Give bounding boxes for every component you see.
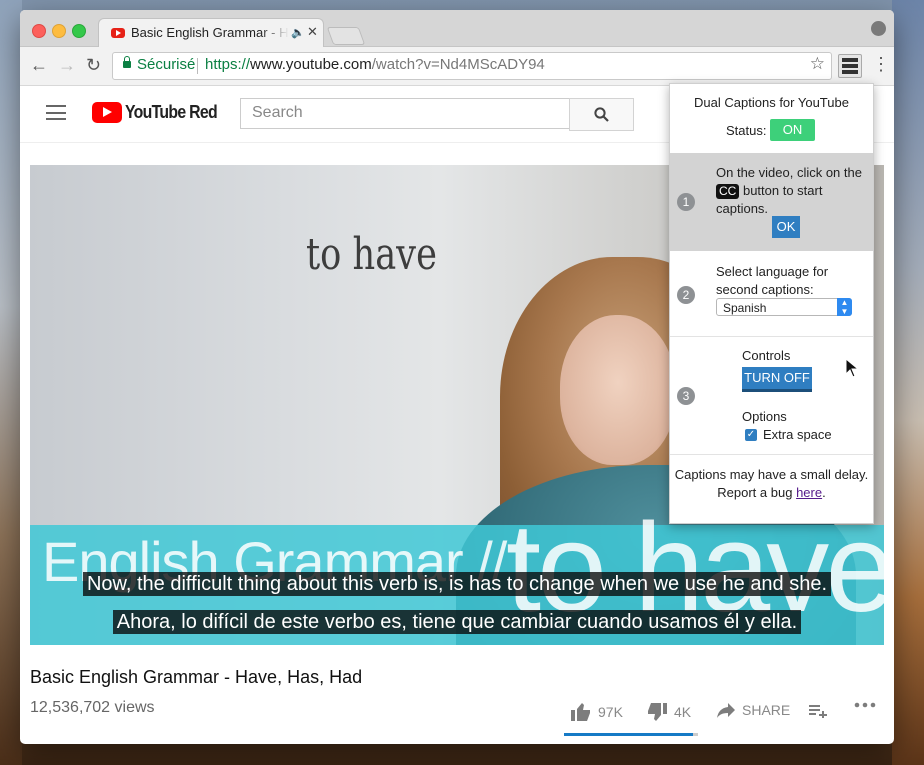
like-count: 97K	[598, 704, 623, 720]
tab-strip: Basic English Grammar - Have, Has, Had 🔈…	[20, 10, 894, 47]
step-2-number: 2	[677, 286, 695, 304]
language-select[interactable]: Spanish ▲ ▼	[716, 298, 852, 316]
profile-icon[interactable]	[871, 21, 886, 36]
whiteboard-text: to have	[306, 229, 437, 280]
tab-youtube[interactable]: Basic English Grammar - Have, Has, Had 🔈…	[98, 18, 324, 47]
back-arrow-icon[interactable]: ←	[30, 55, 48, 76]
like-button[interactable]: 97K	[570, 702, 623, 722]
caption-english: Now, the difficult thing about this verb…	[30, 572, 884, 596]
report-bug-link[interactable]: here	[796, 485, 822, 500]
extra-space-checkbox[interactable]: ✓	[745, 429, 757, 441]
youtube-logo-text[interactable]: YouTube Red	[125, 102, 218, 123]
step-1-text-before: On the video, click on the	[716, 165, 862, 180]
security-label: Sécurisé	[137, 56, 196, 73]
caption-spanish: Ahora, lo difícil de este verbo es, tien…	[30, 610, 884, 634]
search-box	[240, 98, 570, 129]
cc-badge: CC	[716, 184, 740, 199]
report-suffix: .	[822, 485, 826, 500]
share-arrow-icon	[717, 703, 735, 718]
language-select-value: Spanish	[723, 301, 767, 315]
status-label: Status:	[726, 123, 767, 138]
share-label: SHARE	[742, 702, 791, 718]
new-tab-button[interactable]	[326, 27, 366, 45]
report-prefix: Report a bug	[717, 485, 793, 500]
speaker-icon[interactable]: 🔈	[291, 26, 305, 39]
select-arrows-icon: ▲ ▼	[837, 298, 852, 316]
url-text: https://www.youtube.com/watch?v=Nd4MScAD…	[205, 56, 545, 73]
divider	[670, 336, 873, 337]
ok-button[interactable]: OK	[772, 216, 800, 238]
caption-spanish-text: Ahora, lo difícil de este verbo es, tien…	[112, 610, 802, 634]
address-separator	[197, 58, 198, 74]
turn-off-button[interactable]: TURN OFF	[742, 367, 812, 392]
reload-icon[interactable]: ↻	[86, 55, 101, 76]
options-label: Options	[742, 409, 787, 424]
youtube-logo-icon[interactable]	[92, 102, 122, 123]
more-horizontal-icon	[854, 702, 876, 708]
url-host: www.youtube.com	[250, 56, 372, 73]
bookmark-star-icon[interactable]: ☆	[810, 54, 825, 74]
video-title: Basic English Grammar - Have, Has, Had	[30, 667, 363, 687]
share-button[interactable]: SHARE	[716, 702, 790, 718]
presenter-face	[560, 315, 676, 465]
step-1-instructions: On the video, click on the CC button to …	[716, 164, 866, 218]
sentiment-bar	[564, 733, 698, 736]
hamburger-menu-icon[interactable]	[46, 105, 66, 120]
desktop-wallpaper-right	[892, 0, 924, 765]
dual-captions-extension-icon[interactable]	[838, 54, 862, 78]
tab-title: Basic English Grammar - Have, Has, Had	[131, 25, 289, 40]
browser-menu-icon[interactable]: ⋮	[872, 55, 890, 73]
controls-label: Controls	[742, 348, 791, 363]
step-2-instructions: Select language for second captions:	[716, 264, 829, 297]
thumbs-down-icon	[648, 703, 667, 721]
sentiment-like-fill	[564, 733, 693, 736]
youtube-favicon-icon	[111, 28, 125, 38]
divider	[670, 454, 873, 455]
search-icon	[594, 107, 609, 122]
view-count: 12,536,702 views	[30, 699, 155, 716]
dual-captions-popup: Dual Captions for YouTube Status: ON 1 O…	[669, 83, 874, 524]
more-actions-button[interactable]	[854, 702, 882, 708]
browser-toolbar: ← → ↻ Sécurisé https://www.youtube.com/w…	[20, 47, 894, 86]
lock-icon	[123, 56, 131, 68]
step-1-number: 1	[677, 193, 695, 211]
step-1-panel: 1 On the video, click on the CC button t…	[670, 153, 873, 251]
popup-footer: Captions may have a small delay. Report …	[670, 466, 873, 502]
desktop-wallpaper-left	[0, 0, 22, 765]
status-toggle[interactable]: ON	[770, 119, 815, 141]
close-window-button[interactable]	[32, 24, 46, 38]
address-bar[interactable]: Sécurisé https://www.youtube.com/watch?v…	[112, 52, 832, 80]
extra-space-label[interactable]: Extra space	[763, 427, 832, 442]
delay-note: Captions may have a small delay.	[674, 467, 869, 482]
url-protocol: https://	[205, 56, 251, 73]
thumbs-up-icon	[571, 703, 590, 721]
forward-arrow-icon[interactable]: →	[58, 55, 76, 76]
add-to-playlist-button[interactable]	[808, 702, 834, 718]
close-tab-icon[interactable]: ✕	[307, 24, 318, 40]
add-to-playlist-icon	[809, 705, 827, 718]
url-path: /watch?v=Nd4MScADY94	[371, 56, 545, 73]
zoom-window-button[interactable]	[72, 24, 86, 38]
mouse-cursor-icon	[845, 358, 859, 378]
dislike-button[interactable]: 4K	[646, 702, 691, 722]
caption-english-text: Now, the difficult thing about this verb…	[82, 572, 832, 596]
minimize-window-button[interactable]	[52, 24, 66, 38]
search-button[interactable]	[569, 98, 634, 131]
dislike-count: 4K	[674, 704, 692, 720]
step-3-number: 3	[677, 387, 695, 405]
search-input[interactable]	[241, 99, 563, 126]
popup-title: Dual Captions for YouTube	[694, 95, 849, 110]
